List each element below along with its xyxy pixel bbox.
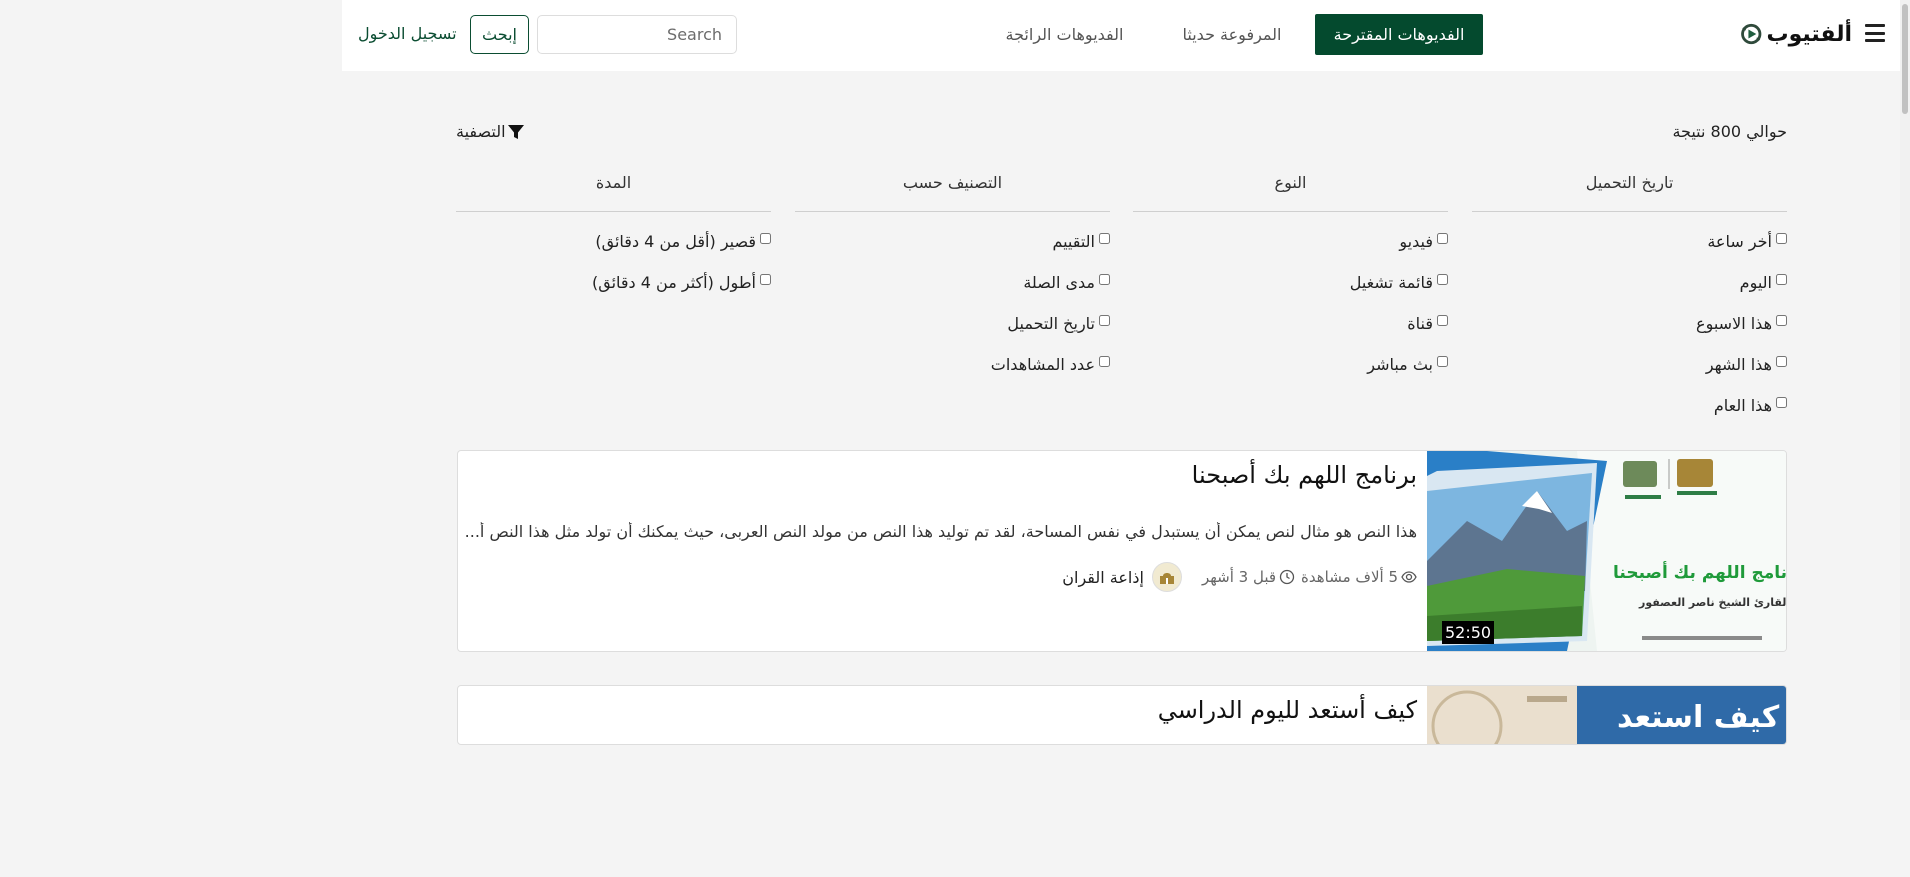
mosque-icon <box>1159 573 1174 584</box>
filter-option[interactable]: اليوم <box>1740 271 1787 293</box>
filter-option[interactable]: هذا الاسبوع <box>1696 312 1787 334</box>
filter-option[interactable]: قناة <box>1407 312 1448 334</box>
filter-checkbox[interactable] <box>1776 273 1787 285</box>
scrollbar-thumb[interactable] <box>1902 4 1908 114</box>
filter-sort-by: التصنيف حسب التقييم مدى الصلة تاريخ التح… <box>795 166 1110 374</box>
filter-checkbox[interactable] <box>1099 232 1110 244</box>
filter-toggle-label: التصفية <box>456 122 506 141</box>
video-title[interactable]: برنامج اللهم بك أصبحنا <box>1192 461 1417 489</box>
video-card[interactable]: برنامج اللهم بك أصبحنا القارئ الشيخ ناصر… <box>457 450 1787 652</box>
filter-option[interactable]: قائمة تشغيل <box>1350 271 1448 293</box>
video-thumbnail[interactable]: كيف استعد <box>1427 686 1786 744</box>
filter-option[interactable]: هذا الشهر <box>1706 353 1787 375</box>
filter-option-label: أطول (أكثر من 4 دقائق) <box>591 272 756 292</box>
filter-checkbox[interactable] <box>1437 232 1448 244</box>
video-description: هذا النص هو مثال لنص يمكن أن يستبدل في ن… <box>464 522 1417 541</box>
tab-trending[interactable]: الفديوهات الرائجة <box>992 14 1137 55</box>
filter-checkbox[interactable] <box>760 232 771 244</box>
filter-option-label: فيديو <box>1399 231 1433 251</box>
login-link[interactable]: تسجيل الدخول <box>358 24 457 43</box>
video-meta: 5 ألاف مشاهدة قبل 3 أشهر إذاعة القران <box>1062 562 1417 592</box>
filter-upload-date: تاريخ التحميل أخر ساعة اليوم هذا الاسبوع… <box>1472 166 1787 415</box>
filter-option[interactable]: عدد المشاهدات <box>991 353 1110 375</box>
channel-avatar <box>1151 562 1182 592</box>
filter-checkbox[interactable] <box>1776 314 1787 326</box>
filter-option-label: اليوم <box>1739 272 1772 292</box>
filter-option-label: أخر ساعة <box>1707 231 1772 251</box>
filter-heading: التصنيف حسب <box>795 166 1110 212</box>
thumbnail-title: كيف استعد <box>1617 700 1780 735</box>
filter-checkbox[interactable] <box>1437 355 1448 367</box>
filter-option-label: بث مباشر <box>1367 354 1433 374</box>
filter-checkbox[interactable] <box>1437 273 1448 285</box>
filter-toggle-button[interactable]: التصفية <box>456 122 525 141</box>
tab-suggested[interactable]: الفديوهات المقترحة <box>1315 14 1483 55</box>
age-meta: قبل 3 أشهر <box>1202 568 1295 586</box>
filter-option-label: قناة <box>1407 313 1433 333</box>
duration-badge: 52:50 <box>1442 621 1495 644</box>
filter-option[interactable]: أطول (أكثر من 4 دقائق) <box>592 271 771 293</box>
brand-logo-link[interactable]: ألفتيوب <box>1740 12 1852 56</box>
eye-icon <box>1401 571 1417 583</box>
clock-icon <box>1279 569 1295 585</box>
filter-option[interactable]: مدى الصلة <box>1023 271 1110 293</box>
filter-heading: تاريخ التحميل <box>1472 166 1787 212</box>
play-logo-icon <box>1741 23 1762 45</box>
filter-checkbox[interactable] <box>760 273 771 285</box>
video-title[interactable]: كيف أستعد لليوم الدراسي <box>1158 696 1417 724</box>
filter-checkbox[interactable] <box>1776 232 1787 244</box>
filter-option[interactable]: التقييم <box>1052 230 1110 252</box>
filter-duration: المدة قصير (أقل من 4 دقائق) أطول (أكثر م… <box>456 166 771 292</box>
tab-recently-uploaded[interactable]: المرفوعة حديثا <box>1172 14 1292 55</box>
brand-name: ألفتيوب <box>1766 21 1853 47</box>
filter-type: النوع فيديو قائمة تشغيل قناة بث مباشر <box>1133 166 1448 374</box>
filter-option-label: هذا العام <box>1713 395 1772 415</box>
filter-option[interactable]: هذا العام <box>1714 394 1787 416</box>
filter-option[interactable]: تاريخ التحميل <box>1007 312 1110 334</box>
filter-checkbox[interactable] <box>1099 314 1110 326</box>
upload-age: قبل 3 أشهر <box>1201 568 1277 586</box>
video-thumbnail[interactable]: برنامج اللهم بك أصبحنا القارئ الشيخ ناصر… <box>1427 451 1787 651</box>
filter-checkbox[interactable] <box>1099 273 1110 285</box>
views-meta: 5 ألاف مشاهدة <box>1301 568 1417 586</box>
top-navbar: ألفتيوب الفديوهات المقترحة المرفوعة حديث… <box>342 0 1910 71</box>
filter-option-label: قصير (أقل من 4 دقائق) <box>595 231 756 251</box>
search-input[interactable] <box>537 15 737 54</box>
filter-option-label: مدى الصلة <box>1023 272 1095 292</box>
filter-option-label: عدد المشاهدات <box>990 354 1095 374</box>
filter-funnel-icon <box>507 124 524 139</box>
thumbnail-reciter: القارئ الشيخ ناصر العصفور <box>1639 596 1787 609</box>
filter-checkbox[interactable] <box>1776 396 1787 408</box>
filter-checkbox[interactable] <box>1437 314 1448 326</box>
views-count: 5 ألاف مشاهدة <box>1301 568 1398 586</box>
filter-option-label: هذا الاسبوع <box>1696 313 1772 333</box>
menu-icon[interactable] <box>1865 24 1885 42</box>
filter-option-label: هذا الشهر <box>1705 354 1772 374</box>
filter-option[interactable]: فيديو <box>1399 230 1448 252</box>
filter-option[interactable]: أخر ساعة <box>1707 230 1787 252</box>
filter-option-label: تاريخ التحميل <box>1007 313 1095 333</box>
filter-option-label: قائمة تشغيل <box>1349 272 1433 292</box>
video-card[interactable]: كيف استعد كيف أستعد لليوم الدراسي <box>457 685 1787 745</box>
filter-option[interactable]: قصير (أقل من 4 دقائق) <box>595 230 771 252</box>
filter-heading: النوع <box>1133 166 1448 212</box>
page-scrollbar[interactable] <box>1900 0 1910 720</box>
filter-heading: المدة <box>456 166 771 212</box>
filter-checkbox[interactable] <box>1099 355 1110 367</box>
results-count: حوالي 800 نتيجة <box>1672 122 1787 141</box>
filter-checkbox[interactable] <box>1776 355 1787 367</box>
thumbnail-title: برنامج اللهم بك أصبحنا <box>1613 563 1787 583</box>
search-button[interactable]: إبحث <box>470 15 529 54</box>
filter-option-label: التقييم <box>1052 231 1095 251</box>
filter-option[interactable]: بث مباشر <box>1367 353 1448 375</box>
channel-name: إذاعة القران <box>1062 567 1144 587</box>
channel-link[interactable]: إذاعة القران <box>1062 562 1182 592</box>
